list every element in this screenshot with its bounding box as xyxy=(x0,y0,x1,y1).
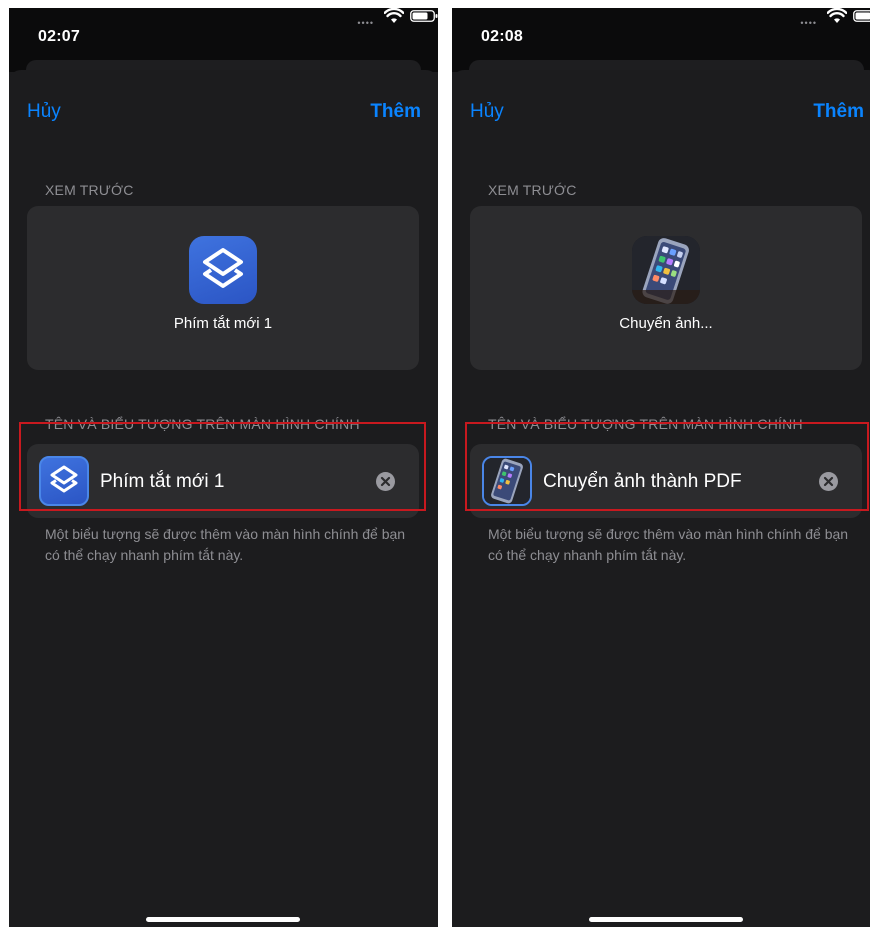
phone-screen-right: 02:08 •••• Hủy Thêm XEM TRƯỚC Chuyển ảnh… xyxy=(452,8,870,927)
cellular-signal-icon: •••• xyxy=(800,18,817,28)
status-time: 02:08 xyxy=(481,28,523,45)
highlight-box xyxy=(19,422,426,511)
home-indicator[interactable] xyxy=(146,917,300,922)
status-time: 02:07 xyxy=(38,28,80,45)
add-button[interactable]: Thêm xyxy=(813,101,864,123)
footer-description: Một biểu tượng sẽ được thêm vào màn hình… xyxy=(488,526,849,563)
footer-description: Một biểu tượng sẽ được thêm vào màn hình… xyxy=(45,526,406,563)
battery-icon xyxy=(853,10,870,22)
preview-card: Chuyển ảnh... xyxy=(470,206,862,370)
wifi-icon xyxy=(827,8,847,23)
photo-thumbnail-icon xyxy=(632,236,700,304)
cellular-signal-icon: •••• xyxy=(357,18,374,28)
preview-section-header: XEM TRƯỚC xyxy=(488,182,577,198)
preview-section-header: XEM TRƯỚC xyxy=(45,182,134,198)
add-button[interactable]: Thêm xyxy=(370,101,421,123)
battery-icon xyxy=(410,10,438,22)
cancel-button[interactable]: Hủy xyxy=(470,101,504,123)
phone-screen-left: 02:07 •••• Hủy Thêm XEM TRƯỚC Phím tắt m… xyxy=(9,8,438,927)
preview-shortcut-name: Phím tắt mới 1 xyxy=(173,315,273,332)
cancel-button[interactable]: Hủy xyxy=(27,101,61,123)
preview-card: Phím tắt mới 1 xyxy=(27,206,419,370)
preview-shortcut-name: Chuyển ảnh... xyxy=(619,315,713,332)
shortcuts-app-icon xyxy=(189,236,257,304)
home-indicator[interactable] xyxy=(589,917,743,922)
wifi-icon xyxy=(384,8,404,23)
highlight-box xyxy=(465,422,869,511)
